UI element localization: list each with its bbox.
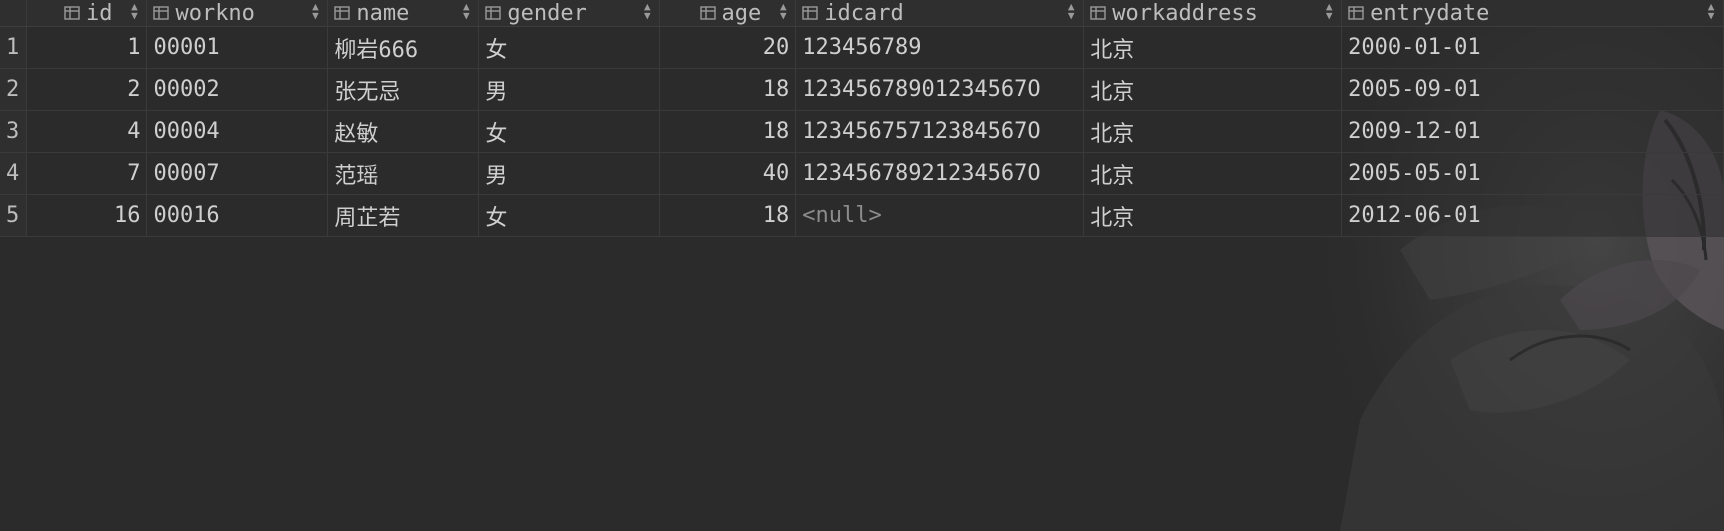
cell-age[interactable]: 40: [659, 152, 797, 195]
cell-gender[interactable]: 女: [478, 26, 661, 69]
cell-gender[interactable]: 男: [478, 152, 661, 195]
sort-toggle-icon[interactable]: ▲ ▼: [311, 1, 319, 21]
cell-gender[interactable]: 女: [478, 194, 661, 237]
column-header-workno[interactable]: workno ▲ ▼: [146, 0, 329, 27]
cell-id[interactable]: 2: [26, 68, 148, 111]
cell-workno[interactable]: 00004: [146, 110, 329, 153]
sort-toggle-icon[interactable]: ▲ ▼: [462, 1, 470, 21]
column-header-label: age: [721, 0, 762, 26]
table-row[interactable]: 3 4 00004 赵敏 女 18 12345675712384567O 北京 …: [0, 110, 1724, 153]
table-row[interactable]: 4 7 00007 范瑶 男 40 12345678921234567O 北京 …: [0, 152, 1724, 195]
table-column-icon: [334, 6, 351, 20]
table-column-icon: [699, 6, 716, 20]
sort-toggle-icon[interactable]: ▲ ▼: [1325, 1, 1333, 21]
cell-gender[interactable]: 男: [478, 68, 661, 111]
cell-workaddress[interactable]: 北京: [1083, 194, 1343, 237]
sort-toggle-icon[interactable]: ▲ ▼: [1707, 1, 1715, 21]
column-header-label: name: [356, 0, 410, 26]
column-header-idcard[interactable]: idcard ▲ ▼: [795, 0, 1085, 27]
sort-toggle-icon[interactable]: ▲ ▼: [1067, 1, 1075, 21]
column-header-entrydate[interactable]: entrydate ▲ ▼: [1341, 0, 1724, 27]
cell-id[interactable]: 4: [26, 110, 148, 153]
sort-toggle-icon[interactable]: ▲ ▼: [130, 1, 138, 21]
cell-age[interactable]: 20: [659, 26, 797, 69]
column-header-label: workno: [175, 0, 255, 26]
column-header-workaddress[interactable]: workaddress ▲ ▼: [1083, 0, 1343, 27]
row-number[interactable]: 1: [0, 26, 28, 69]
cell-entrydate[interactable]: 2005-09-01: [1341, 68, 1724, 111]
table-column-icon: [1090, 6, 1106, 20]
sort-toggle-icon[interactable]: ▲ ▼: [643, 1, 651, 21]
cell-workaddress[interactable]: 北京: [1083, 152, 1343, 195]
table-column-icon: [1348, 6, 1364, 20]
table-column-icon: [485, 6, 502, 20]
column-header-label: entrydate: [1370, 0, 1490, 26]
cell-idcard[interactable]: 123456789: [795, 26, 1085, 69]
cell-entrydate[interactable]: 2005-05-01: [1341, 152, 1724, 195]
sort-toggle-icon[interactable]: ▲ ▼: [779, 1, 787, 21]
column-header-id[interactable]: id ▲ ▼: [26, 0, 148, 27]
cell-entrydate[interactable]: 2009-12-01: [1341, 110, 1724, 153]
table-column-icon: [802, 6, 818, 20]
cell-id[interactable]: 7: [26, 152, 148, 195]
cell-workaddress[interactable]: 北京: [1083, 26, 1343, 69]
cell-entrydate[interactable]: 2000-01-01: [1341, 26, 1724, 69]
table-column-icon: [153, 6, 170, 20]
cell-gender[interactable]: 女: [478, 110, 661, 153]
cell-age[interactable]: 18: [659, 194, 797, 237]
row-number[interactable]: 3: [0, 110, 28, 153]
row-number[interactable]: 5: [0, 194, 28, 237]
cell-id[interactable]: 16: [26, 194, 148, 237]
cell-workaddress[interactable]: 北京: [1083, 68, 1343, 111]
cell-workno[interactable]: 00002: [146, 68, 329, 111]
column-header-gender[interactable]: gender ▲ ▼: [478, 0, 661, 27]
table-row[interactable]: 5 16 00016 周芷若 女 18 <null> 北京 2012-06-01: [0, 194, 1724, 237]
result-table: id ▲ ▼ workno ▲ ▼ name ▲ ▼ gender ▲ ▼ ag…: [0, 0, 1724, 237]
column-header-label: id: [85, 0, 113, 26]
row-number[interactable]: 4: [0, 152, 28, 195]
column-header-name[interactable]: name ▲ ▼: [327, 0, 480, 27]
table-row[interactable]: 2 2 00002 张无忌 男 18 12345678901234567O 北京…: [0, 68, 1724, 111]
cell-entrydate[interactable]: 2012-06-01: [1341, 194, 1724, 237]
cell-name[interactable]: 范瑶: [327, 152, 480, 195]
column-header-label: idcard: [824, 0, 904, 26]
row-number-header: [0, 0, 28, 27]
cell-workno[interactable]: 00001: [146, 26, 329, 69]
cell-name[interactable]: 柳岩666: [327, 26, 480, 69]
cell-name[interactable]: 周芷若: [327, 194, 480, 237]
cell-idcard-null[interactable]: <null>: [795, 194, 1085, 237]
table-row[interactable]: 1 1 00001 柳岩666 女 20 123456789 北京 2000-0…: [0, 26, 1724, 69]
cell-id[interactable]: 1: [26, 26, 148, 69]
table-column-icon: [64, 6, 80, 20]
cell-age[interactable]: 18: [659, 68, 797, 111]
row-number[interactable]: 2: [0, 68, 28, 111]
column-header-label: gender: [507, 0, 587, 26]
header-row: id ▲ ▼ workno ▲ ▼ name ▲ ▼ gender ▲ ▼ ag…: [0, 0, 1724, 27]
cell-workno[interactable]: 00016: [146, 194, 329, 237]
column-header-label: workaddress: [1112, 0, 1258, 26]
column-header-age[interactable]: age ▲ ▼: [659, 0, 797, 27]
cell-workno[interactable]: 00007: [146, 152, 329, 195]
query-result-viewport: id ▲ ▼ workno ▲ ▼ name ▲ ▼ gender ▲ ▼ ag…: [0, 0, 1724, 531]
cell-idcard[interactable]: 12345678921234567O: [795, 152, 1085, 195]
cell-workaddress[interactable]: 北京: [1083, 110, 1343, 153]
cell-idcard[interactable]: 12345675712384567O: [795, 110, 1085, 153]
cell-age[interactable]: 18: [659, 110, 797, 153]
cell-name[interactable]: 赵敏: [327, 110, 480, 153]
cell-idcard[interactable]: 12345678901234567O: [795, 68, 1085, 111]
cell-name[interactable]: 张无忌: [327, 68, 480, 111]
